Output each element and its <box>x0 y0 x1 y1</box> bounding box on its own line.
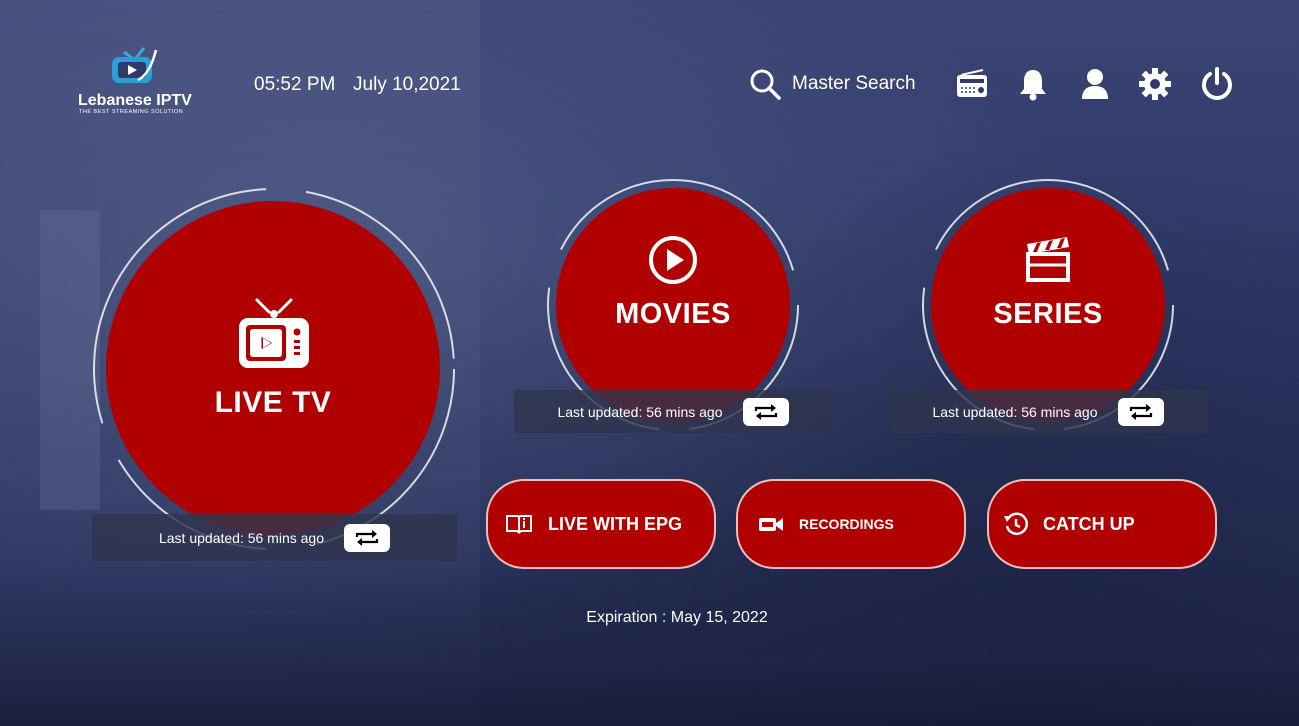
user-icon <box>1082 69 1108 99</box>
power-button[interactable] <box>1199 66 1235 102</box>
refresh-icon <box>1129 403 1152 420</box>
power-icon <box>1202 67 1232 100</box>
series-tile[interactable]: SERIES <box>931 188 1165 422</box>
movies-tile[interactable]: MOVIES <box>556 188 790 422</box>
recordings-label: RECORDINGS <box>799 516 894 532</box>
date: July 10,2021 <box>353 74 461 95</box>
logo-tv-icon <box>112 47 158 83</box>
history-icon <box>1004 512 1028 536</box>
notifications-button[interactable] <box>1015 66 1051 102</box>
brand-tagline: THE BEST STREAMING SOLUTION <box>79 109 184 115</box>
catch-up-label: CATCH UP <box>1043 513 1135 534</box>
master-search-button[interactable]: Master Search <box>748 66 916 102</box>
series-update-bar: Last updated: 56 mins ago <box>889 390 1207 433</box>
radio-icon <box>957 69 987 97</box>
book-icon <box>506 515 532 534</box>
play-circle-icon <box>649 235 697 284</box>
live-tv-label: LIVE TV <box>214 386 332 419</box>
app-logo: Lebanese IPTV THE BEST STREAMING SOLUTIO… <box>78 40 208 115</box>
recordings-button[interactable]: RECORDINGS <box>736 479 966 569</box>
bell-icon <box>1020 70 1046 101</box>
expiration-text: Expiration : May 15, 2022 <box>586 609 768 626</box>
clock: 05:52 PM <box>254 74 336 95</box>
master-search-label: Master Search <box>792 73 916 94</box>
live-tv-updated-text: Last updated: 56 mins ago <box>158 529 324 546</box>
refresh-icon <box>355 529 379 546</box>
movies-label: MOVIES <box>615 297 731 330</box>
live-tv-tile[interactable]: LIVE TV <box>106 201 440 535</box>
series-refresh-button[interactable] <box>1117 397 1164 426</box>
clapperboard-icon <box>1026 236 1070 282</box>
live-tv-update-bar: Last updated: 56 mins ago <box>92 514 457 561</box>
catch-up-button[interactable]: CATCH UP <box>987 479 1217 569</box>
background-city <box>0 560 1299 726</box>
movies-update-bar: Last updated: 56 mins ago <box>514 390 832 433</box>
series-label: SERIES <box>993 297 1103 330</box>
series-updated-text: Last updated: 56 mins ago <box>932 403 1098 420</box>
live-with-epg-button[interactable]: LIVE WITH EPG <box>486 479 716 569</box>
settings-button[interactable] <box>1137 66 1173 102</box>
search-icon <box>750 69 781 100</box>
live-with-epg-label: LIVE WITH EPG <box>548 513 683 534</box>
rec-camera-icon <box>759 518 783 531</box>
radio-button[interactable] <box>954 66 990 102</box>
live-tv-refresh-button[interactable] <box>344 523 390 552</box>
refresh-icon <box>754 403 777 420</box>
movies-refresh-button[interactable] <box>742 397 789 426</box>
movies-updated-text: Last updated: 56 mins ago <box>557 403 723 420</box>
tv-icon <box>239 298 309 368</box>
brand-name: Lebanese IPTV <box>78 92 192 109</box>
gear-icon <box>1139 68 1171 100</box>
account-button[interactable] <box>1077 66 1113 102</box>
